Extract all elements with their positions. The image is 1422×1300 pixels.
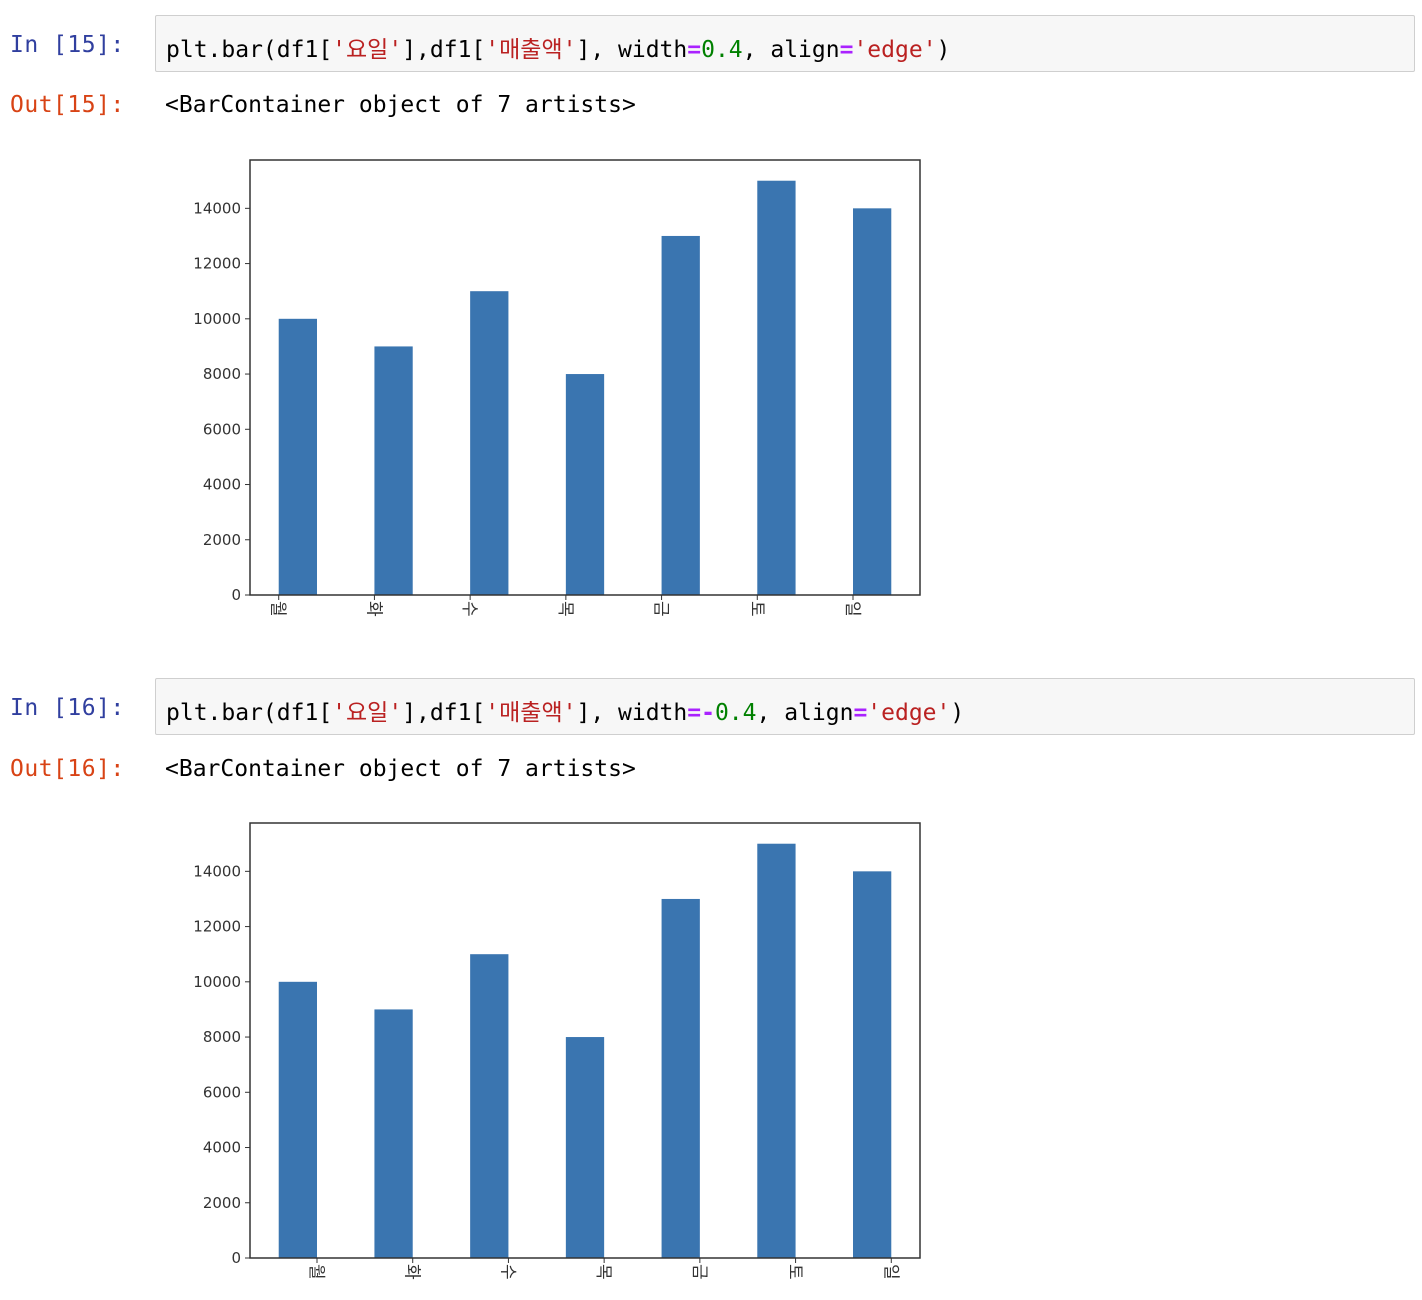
bar bbox=[661, 898, 700, 1258]
bar bbox=[661, 235, 700, 595]
bar bbox=[374, 1009, 413, 1258]
output-text-16: <BarContainer object of 7 artists> bbox=[165, 756, 636, 782]
code-string: 'edge' bbox=[867, 700, 951, 726]
code-token: ],df1[ bbox=[402, 700, 486, 726]
y-tick-label: 14000 bbox=[193, 862, 241, 880]
y-tick-label: 10000 bbox=[193, 973, 241, 991]
code-token: ) bbox=[950, 700, 965, 726]
output-prompt-16: Out[16]: bbox=[10, 756, 125, 782]
x-tick-label: 수 bbox=[497, 1264, 517, 1280]
code-number: 0.4 bbox=[701, 37, 743, 63]
code-string: '매출액' bbox=[485, 37, 577, 63]
y-tick-label: 14000 bbox=[193, 199, 241, 217]
y-tick-label: 12000 bbox=[193, 918, 241, 936]
y-tick-label: 4000 bbox=[203, 1139, 241, 1157]
x-tick-label: 목 bbox=[593, 1264, 613, 1280]
output-prompt-15: Out[15]: bbox=[10, 92, 125, 118]
code-string: 'edge' bbox=[853, 37, 937, 63]
x-tick-label: 월 bbox=[268, 601, 288, 617]
bar bbox=[853, 208, 892, 596]
bar bbox=[278, 318, 317, 595]
code-number: 0.4 bbox=[714, 700, 757, 726]
bar bbox=[757, 180, 796, 595]
code-operator: =- bbox=[687, 700, 715, 726]
bar bbox=[374, 346, 413, 595]
bar-chart-16: 0 2000 4000 6000 8000 10000 12000 14000 월 화 수 목 금 토 일 bbox=[193, 822, 921, 1280]
code-operator: = bbox=[853, 700, 868, 726]
code-operator: = bbox=[839, 37, 854, 63]
code-line-15: plt.bar(df1['요일'],df1['매출액'], width=0.4,… bbox=[166, 30, 950, 64]
code-token: ],df1[ bbox=[402, 37, 486, 63]
x-tick-label: 토 bbox=[785, 1264, 805, 1280]
x-tick-label: 화 bbox=[402, 1264, 422, 1280]
code-string: '요일' bbox=[332, 37, 403, 63]
x-tick-label: 일 bbox=[880, 1264, 900, 1280]
code-token: plt.bar(df1[ bbox=[166, 37, 333, 63]
x-tick-label: 목 bbox=[555, 601, 575, 617]
code-string: '매출액' bbox=[485, 700, 577, 726]
bar bbox=[278, 981, 317, 1258]
x-tick-label: 금 bbox=[689, 1264, 709, 1280]
y-tick-label: 8000 bbox=[203, 1028, 241, 1046]
code-token: ) bbox=[936, 37, 951, 63]
y-tick-label: 6000 bbox=[203, 420, 241, 438]
code-token: , align bbox=[756, 700, 854, 726]
bar bbox=[757, 843, 796, 1258]
code-input-cell-15[interactable]: plt.bar(df1['요일'],df1['매출액'], width=0.4,… bbox=[155, 15, 1415, 72]
code-token: ], width bbox=[576, 37, 688, 63]
x-tick-label: 금 bbox=[651, 601, 671, 617]
bar bbox=[470, 954, 509, 1258]
x-tick-label: 토 bbox=[746, 601, 766, 617]
y-tick-label: 2000 bbox=[203, 1194, 241, 1212]
y-tick-label: 8000 bbox=[203, 365, 241, 383]
y-tick-label: 0 bbox=[231, 586, 241, 604]
bar bbox=[565, 1037, 605, 1258]
y-tick-label: 2000 bbox=[203, 531, 241, 549]
y-tick-label: 12000 bbox=[193, 255, 241, 273]
output-text-15: <BarContainer object of 7 artists> bbox=[165, 92, 636, 118]
code-token: plt.bar(df1[ bbox=[166, 700, 333, 726]
input-prompt-15: In [15]: bbox=[10, 32, 125, 58]
y-tick-label: 6000 bbox=[203, 1083, 241, 1101]
x-tick-label: 월 bbox=[306, 1264, 326, 1280]
bar-chart-15: 0 2000 4000 6000 8000 10000 12000 14000 월 화 수 목 금 토 일 bbox=[193, 159, 921, 617]
bar bbox=[565, 374, 605, 595]
bar bbox=[470, 291, 509, 595]
x-tick-label: 화 bbox=[363, 601, 383, 617]
code-token: ], width bbox=[576, 700, 688, 726]
code-string: '요일' bbox=[332, 700, 403, 726]
y-tick-label: 4000 bbox=[203, 476, 241, 494]
code-operator: = bbox=[687, 37, 702, 63]
code-input-cell-16[interactable]: plt.bar(df1['요일'],df1['매출액'], width=-0.4… bbox=[155, 678, 1415, 735]
x-tick-label: 일 bbox=[842, 601, 862, 617]
y-tick-label: 0 bbox=[231, 1249, 241, 1267]
bar bbox=[853, 871, 892, 1258]
code-token: , align bbox=[742, 37, 840, 63]
x-tick-label: 수 bbox=[459, 601, 479, 617]
input-prompt-16: In [16]: bbox=[10, 695, 125, 721]
code-line-16: plt.bar(df1['요일'],df1['매출액'], width=-0.4… bbox=[166, 693, 964, 727]
y-tick-label: 10000 bbox=[193, 310, 241, 328]
